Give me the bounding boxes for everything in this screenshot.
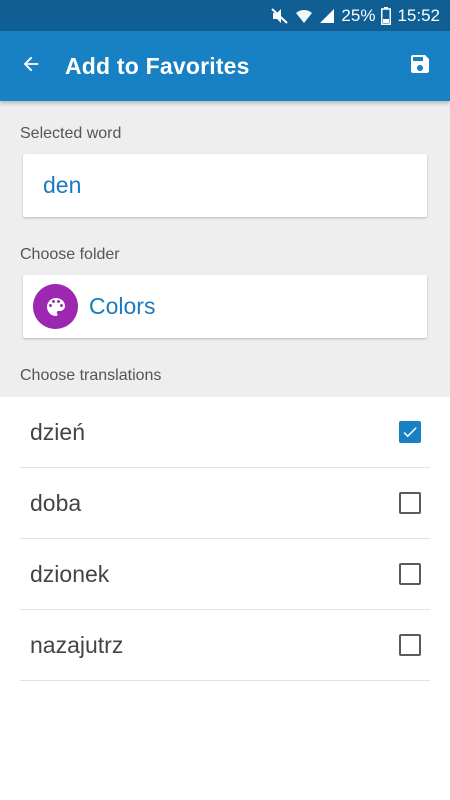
- palette-icon: [33, 284, 78, 329]
- status-bar: 25% 15:52: [0, 0, 450, 31]
- translations-list: dzień doba dzionek nazajutrz: [20, 397, 430, 681]
- selected-word-label: Selected word: [20, 125, 122, 142]
- checkbox[interactable]: [399, 634, 421, 656]
- selected-word-value: den: [43, 172, 82, 198]
- clock: 15:52: [397, 5, 440, 25]
- page-title: Add to Favorites: [65, 52, 250, 79]
- mute-icon: [271, 7, 289, 24]
- choose-translations-label: Choose translations: [20, 367, 162, 384]
- translation-text: doba: [30, 489, 82, 516]
- battery-percent: 25%: [341, 5, 376, 25]
- checkbox-checked[interactable]: [399, 421, 421, 443]
- arrow-back-icon: [20, 53, 42, 80]
- form-area: Selected word den Choose folder Colors C…: [0, 101, 450, 397]
- list-item[interactable]: doba: [20, 468, 430, 539]
- translation-text: nazajutrz: [30, 631, 124, 658]
- battery-icon: [381, 6, 392, 25]
- list-item[interactable]: nazajutrz: [20, 610, 430, 681]
- checkbox[interactable]: [399, 492, 421, 514]
- save-button[interactable]: [390, 31, 450, 101]
- choose-folder-label: Choose folder: [20, 246, 120, 263]
- back-button[interactable]: [0, 31, 62, 101]
- folder-name: Colors: [89, 293, 156, 319]
- check-icon: [403, 427, 417, 438]
- translation-text: dzień: [30, 418, 85, 445]
- list-item[interactable]: dzionek: [20, 539, 430, 610]
- app-bar: Add to Favorites: [0, 31, 450, 101]
- selected-word-field[interactable]: den: [23, 154, 427, 217]
- list-item[interactable]: dzień: [20, 397, 430, 468]
- signal-icon: [319, 8, 335, 24]
- translation-text: dzionek: [30, 560, 110, 587]
- wifi-icon: [295, 8, 313, 24]
- folder-selector[interactable]: Colors: [23, 275, 427, 338]
- save-icon: [408, 52, 432, 81]
- checkbox[interactable]: [399, 563, 421, 585]
